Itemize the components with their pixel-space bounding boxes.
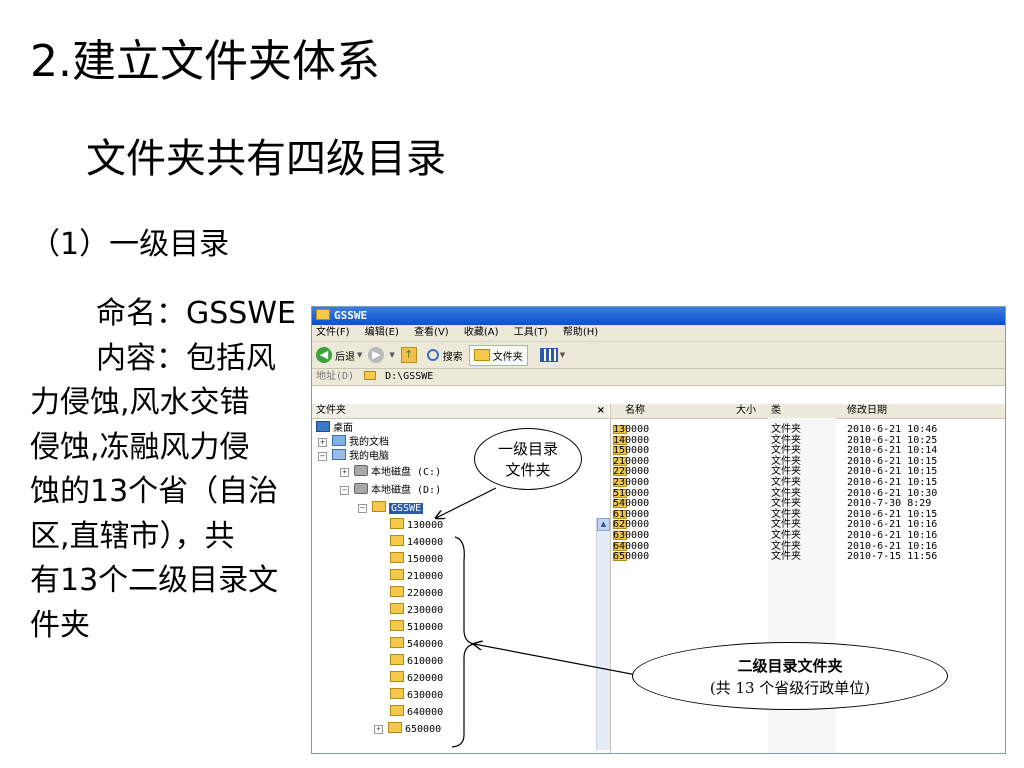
level2-brace: [451, 536, 475, 748]
callout-line: 一级目录: [497, 440, 558, 458]
level1-callout: 一级目录 文件夹: [474, 428, 582, 490]
callout-note: (共 13 个省级行政单位): [709, 679, 871, 697]
callout-title: 二级目录文件夹: [737, 657, 843, 675]
level2-callout: 二级目录文件夹 (共 13 个省级行政单位): [632, 642, 948, 710]
level2-arrow: [474, 644, 643, 677]
callout-line: 文件夹: [505, 461, 551, 479]
level1-arrow: [436, 487, 497, 518]
